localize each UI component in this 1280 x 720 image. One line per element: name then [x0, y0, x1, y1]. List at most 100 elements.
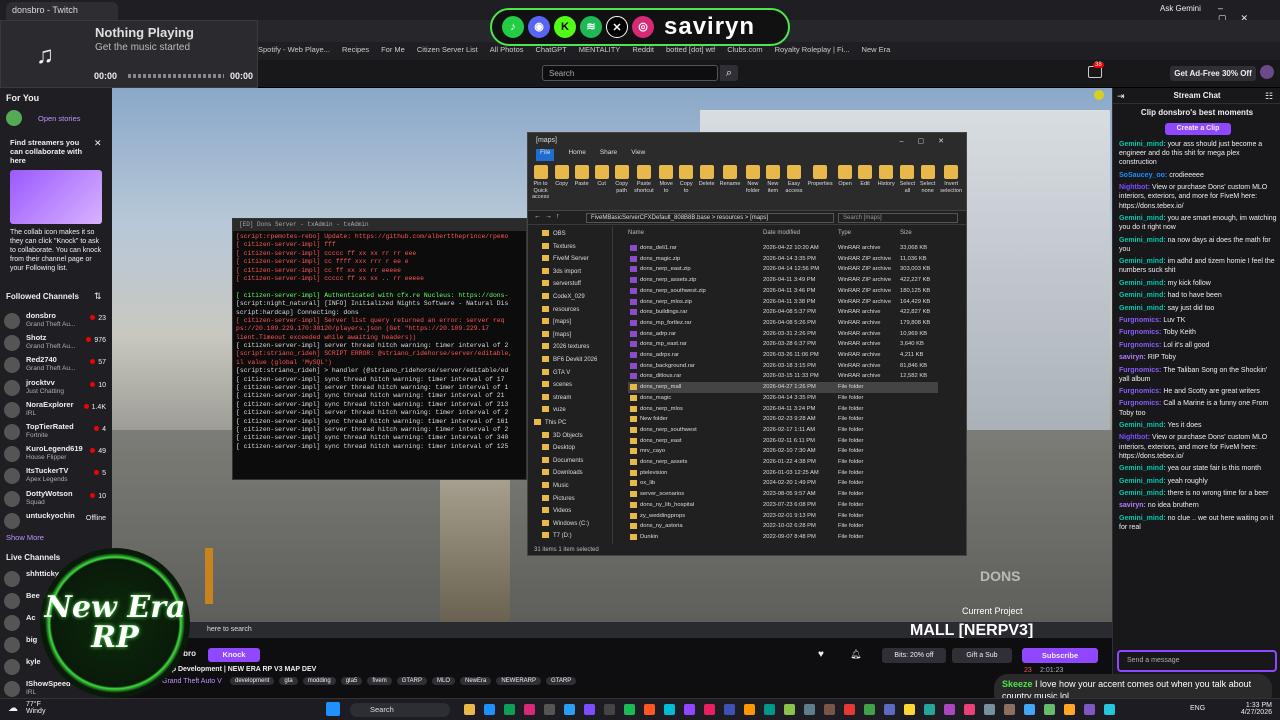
file-row[interactable]: dons_nerp_mall 2026-04-27 1:26 PM File fol…: [628, 382, 938, 393]
create-clip-button[interactable]: Create a Clip: [1165, 123, 1231, 135]
terminal-window[interactable]: [ED] Dons Server - txAdmin - txAdmin [sc…: [232, 218, 527, 480]
bookmark-link[interactable]: Citizen Server List: [417, 45, 478, 60]
tag-pill[interactable]: GTARP: [546, 677, 577, 685]
chat-username[interactable]: Gemini_mind:: [1119, 280, 1166, 287]
game-link[interactable]: Grand Theft Auto V: [162, 678, 222, 685]
file-row[interactable]: dons_nerp_east.zip 2026-04-14 12:56 PM Win…: [628, 264, 938, 275]
nav-item[interactable]: Downloads: [542, 469, 583, 476]
nav-item[interactable]: This PC: [534, 419, 566, 426]
bookmark-link[interactable]: Spotify - Web Playe...: [258, 45, 330, 60]
taskbar-app-icon[interactable]: [764, 704, 775, 715]
file-row[interactable]: dons_buildings.rar 2026-04-08 5:37 PM WinR…: [628, 307, 938, 318]
chat-input[interactable]: Send a message: [1117, 650, 1277, 672]
file-row[interactable]: dons_nerp_assets.zip 2026-04-11 3:49 PM Wi…: [628, 275, 938, 286]
nav-item[interactable]: Music: [542, 482, 569, 489]
chat-username[interactable]: Gemini_mind:: [1119, 292, 1166, 299]
ribbon-button[interactable]: New folder: [745, 165, 760, 210]
tag-pill[interactable]: modding: [302, 677, 336, 685]
sort-icon[interactable]: ⇅: [94, 291, 102, 302]
ribbon-button[interactable]: Cut: [594, 165, 609, 210]
taskbar-app-icon[interactable]: [464, 704, 475, 715]
ribbon-button[interactable]: Properties: [808, 165, 833, 210]
ribbon-button[interactable]: Pin to Quick access: [532, 165, 549, 210]
open-stories-link[interactable]: Open stories: [38, 114, 81, 123]
chat-username[interactable]: Nightbot:: [1119, 184, 1150, 191]
taskbar-app-icon[interactable]: [744, 704, 755, 715]
nav-item[interactable]: GTA V: [542, 369, 570, 376]
taskbar-app-icon[interactable]: [864, 704, 875, 715]
search-input[interactable]: Search: [542, 65, 718, 81]
taskbar-app-icon[interactable]: [884, 704, 895, 715]
file-row[interactable]: ptelevision 2026-01-03 12:25 AM File folde…: [628, 468, 938, 479]
tag-pill[interactable]: gta5: [340, 677, 363, 685]
taskbar-app-icon[interactable]: [564, 704, 575, 715]
file-row[interactable]: dons_nerp_southwest 2026-02-17 1:11 AM Fil…: [628, 425, 938, 436]
bookmark-link[interactable]: New Era: [862, 45, 891, 60]
ribbon-button[interactable]: Copy to: [679, 165, 694, 210]
taskbar-app-icon[interactable]: [604, 704, 615, 715]
knock-button[interactable]: Knock: [208, 648, 260, 662]
ribbon-button[interactable]: Delete: [699, 165, 715, 210]
taskbar-app-icon[interactable]: [1064, 704, 1075, 715]
ad-free-button[interactable]: Get Ad-Free 30% Off: [1170, 66, 1256, 81]
file-row[interactable]: dons_adrpx.rar 2026-03-26 11:06 PM WinRAR …: [628, 350, 938, 361]
nav-item[interactable]: FiveM Server: [542, 255, 589, 262]
chat-username[interactable]: Furgnomics:: [1119, 388, 1161, 395]
taskbar-app-icon[interactable]: [844, 704, 855, 715]
taskbar-app-icon[interactable]: [1024, 704, 1035, 715]
tag-pill[interactable]: gta: [279, 677, 298, 685]
bookmark-link[interactable]: For Me: [381, 45, 405, 60]
ribbon-button[interactable]: Paste shortcut: [634, 165, 654, 210]
taskbar-app-icon[interactable]: [1104, 704, 1115, 715]
column-header[interactable]: Name: [628, 230, 644, 236]
bookmark-link[interactable]: All Photos: [490, 45, 524, 60]
channel-item[interactable]: NoraExplorer IRL 1.4K: [4, 399, 110, 421]
channel-item[interactable]: DottyWotson Squad 10: [4, 488, 110, 510]
taskbar-app-icon[interactable]: [984, 704, 995, 715]
channel-item[interactable]: donsbro Grand Theft Au... 23: [4, 310, 110, 332]
ribbon-tab-file[interactable]: File: [536, 149, 555, 161]
file-row[interactable]: dons_magic 2026-04-14 3:35 PM File folder: [628, 393, 938, 404]
windows-start-icon[interactable]: [326, 702, 340, 716]
ribbon-button[interactable]: Select all: [900, 165, 915, 210]
nav-item[interactable]: scenes: [542, 381, 572, 388]
taskbar-app-icon[interactable]: [544, 704, 555, 715]
nav-item[interactable]: vuze: [542, 406, 566, 413]
heart-icon[interactable]: ♥: [818, 649, 824, 660]
taskbar-app-icon[interactable]: [624, 704, 635, 715]
file-row[interactable]: New folder 2026-02-23 9:28 AM File folder: [628, 414, 938, 425]
tag-pill[interactable]: fivem: [367, 677, 392, 685]
channel-item[interactable]: jrocktvv Just Chatting 10: [4, 377, 110, 399]
file-row[interactable]: dons_nerp_southwest.zip 2026-04-11 3:46 P…: [628, 286, 938, 297]
explorer-path[interactable]: FiveMBasicServerCFXDefault_808B8B.base >…: [586, 213, 834, 223]
bookmark-link[interactable]: Clubs.com: [727, 45, 762, 60]
bookmark-link[interactable]: MENTALITY: [579, 45, 621, 60]
channel-item[interactable]: Shotz Grand Theft Au... 976: [4, 332, 110, 354]
collapse-icon[interactable]: ⇥: [1117, 91, 1125, 102]
chat-username[interactable]: Furgnomics:: [1119, 367, 1161, 374]
channel-item[interactable]: untuckyochin Offline: [4, 510, 110, 532]
nav-item[interactable]: 2026 textures: [542, 343, 589, 350]
taskbar-app-icon[interactable]: [704, 704, 715, 715]
taskbar-app-icon[interactable]: [804, 704, 815, 715]
ribbon-button[interactable]: New item: [765, 165, 780, 210]
nav-item[interactable]: 3D Objects: [542, 432, 583, 439]
ask-gemini-button[interactable]: Ask Gemini: [1160, 4, 1201, 13]
taskbar-app-icon[interactable]: [664, 704, 675, 715]
channel-item[interactable]: ItsTuckerTV Apex Legends 5: [4, 465, 110, 487]
nav-arrows-icon[interactable]: ←→↑: [534, 213, 564, 220]
bookmark-link[interactable]: ChatGPT: [536, 45, 567, 60]
ribbon-tab-view[interactable]: View: [631, 149, 645, 161]
tag-pill[interactable]: development: [230, 677, 275, 685]
nav-item[interactable]: T7 (D:): [542, 532, 572, 539]
ribbon-button[interactable]: Copy: [554, 165, 569, 210]
nav-item[interactable]: serverstuff: [542, 280, 581, 287]
bookmark-link[interactable]: Recipes: [342, 45, 369, 60]
taskbar-app-icon[interactable]: [504, 704, 515, 715]
chat-username[interactable]: Gemini_mind:: [1119, 258, 1166, 265]
file-row[interactable]: dons_background.rar 2026-03-18 3:15 PM Win…: [628, 361, 938, 372]
file-row[interactable]: dons_ny_astoria 2022-10-02 6:28 PM File fo…: [628, 521, 938, 532]
ribbon-button[interactable]: Move to: [659, 165, 674, 210]
clock[interactable]: 1:33 PM 4/27/2026: [1241, 702, 1272, 716]
nav-item[interactable]: OBS: [542, 230, 566, 237]
